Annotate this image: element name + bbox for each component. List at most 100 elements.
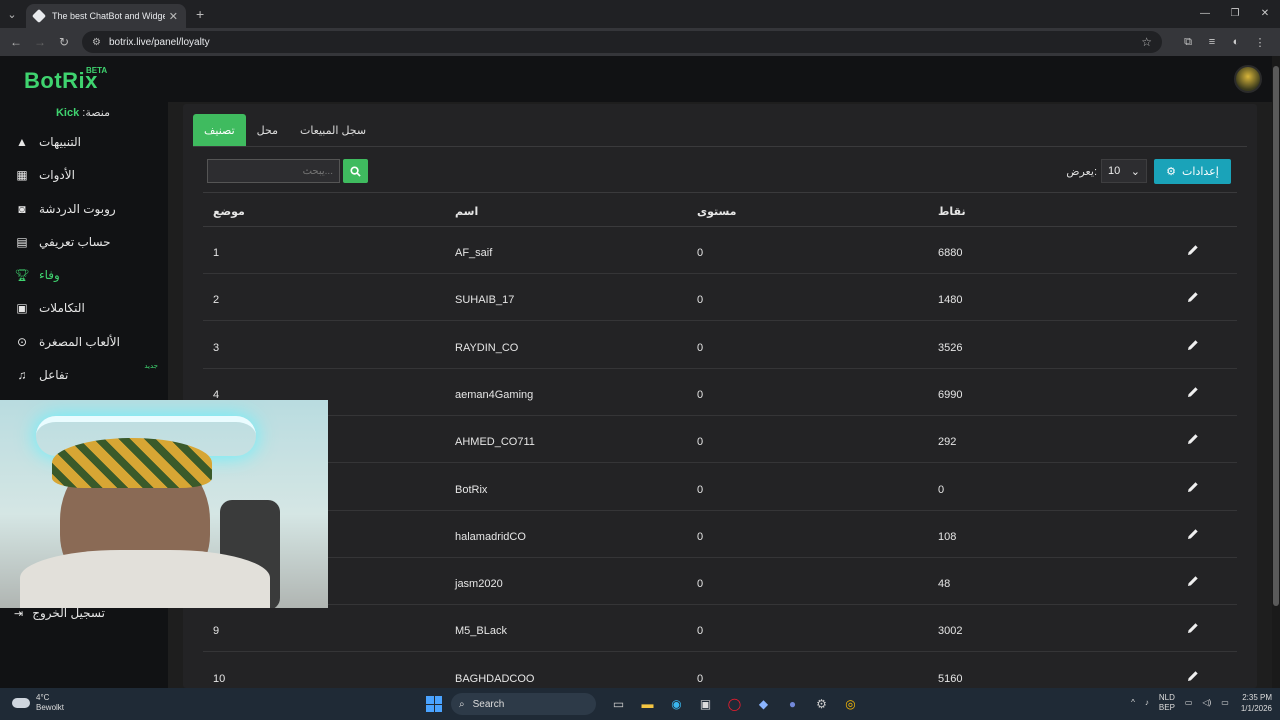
language-indicator[interactable]: NLD BEP — [1159, 693, 1175, 713]
page-scrollbar[interactable] — [1272, 56, 1280, 688]
beta-badge: BETA — [86, 66, 108, 75]
header-points[interactable]: نقاط — [938, 205, 966, 218]
windows-start-icon[interactable] — [426, 696, 442, 712]
back-icon[interactable]: ← — [4, 35, 28, 49]
profile-icon[interactable]: ◐ — [1224, 36, 1248, 49]
microphone-icon[interactable]: ♪ — [1145, 698, 1149, 708]
opera-icon[interactable]: ◯ — [720, 694, 749, 714]
minimize-icon[interactable]: — — [1190, 0, 1220, 28]
cell-name: SUHAIB_17 — [455, 294, 515, 307]
weather-widget[interactable]: 4°C Bewolkt — [12, 693, 64, 713]
extensions-icon[interactable]: ⧉ — [1176, 36, 1200, 49]
battery-icon[interactable]: ▭ — [1221, 698, 1229, 708]
page-size-select[interactable]: 10 ⌄ — [1101, 159, 1147, 183]
app-icon[interactable]: ◆ — [749, 694, 778, 714]
sidebar-item-label: التكاملات — [39, 301, 85, 315]
cell-points: 48 — [938, 578, 951, 591]
clock-date: 1/1/2026 — [1240, 704, 1272, 713]
user-avatar[interactable] — [1234, 65, 1262, 93]
show-label: يعرض: — [1066, 165, 1097, 178]
close-tab-icon[interactable]: ✕ — [169, 10, 178, 23]
settings-app-icon[interactable]: ⚙ — [807, 694, 836, 714]
sidebar-item-interaction[interactable]: ♫ تفاعل جديد — [0, 360, 168, 390]
site-info-icon[interactable]: ⚙ — [92, 37, 101, 48]
widgets-icon: ▦ — [16, 168, 28, 182]
volume-icon[interactable]: ◁) — [1202, 698, 1211, 708]
tab-shop[interactable]: محل — [246, 114, 289, 146]
edit-pencil-icon[interactable] — [1187, 481, 1199, 493]
cell-level: 0 — [697, 247, 704, 259]
cell-level: 0 — [697, 578, 704, 591]
cell-level: 0 — [697, 530, 704, 543]
edit-pencil-icon[interactable] — [1187, 528, 1199, 540]
edit-pencil-icon[interactable] — [1187, 339, 1199, 351]
scrollbar-thumb[interactable] — [1273, 66, 1279, 606]
store-icon[interactable]: ▣ — [691, 694, 720, 714]
new-tab-icon[interactable]: + — [196, 6, 204, 22]
tab-search-icon[interactable]: ⌄ — [0, 0, 24, 28]
cell-level: 0 — [697, 625, 704, 638]
tabs-divider — [193, 146, 1247, 147]
chevron-up-icon[interactable]: ^ — [1131, 698, 1135, 708]
taskbar-search[interactable]: ⌕ Search — [451, 693, 596, 715]
search-button[interactable] — [343, 159, 368, 183]
clock[interactable]: 2:35 PM 1/1/2026 — [1241, 692, 1272, 714]
task-view-icon[interactable]: ▭ — [604, 694, 633, 714]
cell-level: 0 — [697, 483, 704, 496]
url-field[interactable]: ⚙ botrix.live/panel/loyalty ☆ — [82, 31, 1162, 53]
logout-link[interactable]: ⇥ تسجيل الخروج — [14, 606, 105, 620]
edit-pencil-icon[interactable] — [1187, 670, 1199, 682]
sidebar-item-widgets[interactable]: ▦ الأدوات — [0, 160, 168, 190]
chrome-icon[interactable]: ◎ — [836, 694, 865, 714]
table-row: 9 M5_BLack 0 3002 — [203, 605, 1237, 653]
edit-pencil-icon[interactable] — [1187, 386, 1199, 398]
menu-icon[interactable]: ⋮ — [1248, 36, 1272, 49]
edit-pencil-icon[interactable] — [1187, 575, 1199, 587]
taskbar-apps: ▭ ▬ ◉ ▣ ◯ ◆ ● ⚙ ◎ — [604, 694, 865, 714]
tab-sales-log[interactable]: سجل المبيعات — [289, 114, 377, 146]
lang-bottom: BEP — [1158, 703, 1175, 712]
browser-tabbar: ⌄ The best ChatBot and Widgets ✕ + — ❐ ✕ — [0, 0, 1280, 28]
sidebar-item-minigames[interactable]: ⊙ الألعاب المصغرة — [0, 327, 168, 357]
cell-level: 0 — [697, 341, 704, 354]
tab-ranking[interactable]: تصنيف — [193, 114, 246, 146]
sidebar-item-alerts[interactable]: ▲ التنبيهات — [0, 127, 168, 157]
weather-desc: Bewolkt — [36, 703, 65, 712]
sidebar-item-chatbot[interactable]: ◙ روبوت الدردشة — [0, 194, 168, 224]
table-row: 2 SUHAIB_17 0 1480 — [203, 274, 1237, 322]
edit-pencil-icon[interactable] — [1187, 433, 1199, 445]
bookmark-star-icon[interactable]: ☆ — [1141, 35, 1152, 49]
cell-level: 0 — [697, 294, 704, 307]
robot-icon: ◙ — [18, 202, 26, 216]
chevron-down-icon: ⌄ — [1130, 165, 1140, 178]
forward-icon[interactable]: → — [28, 35, 52, 49]
site-favicon-icon — [31, 8, 47, 24]
header-level[interactable]: مستوى — [697, 205, 736, 218]
close-window-icon[interactable]: ✕ — [1250, 0, 1280, 28]
reload-icon[interactable]: ↻ — [52, 35, 76, 49]
edit-pencil-icon[interactable] — [1187, 622, 1199, 634]
edit-pencil-icon[interactable] — [1187, 244, 1199, 256]
cell-position: 2 — [213, 294, 220, 307]
search-input[interactable] — [207, 159, 340, 183]
cell-name: AF_saif — [455, 247, 493, 259]
sidebar-item-loyalty[interactable]: 🏆︎ وفاء — [0, 260, 168, 290]
edit-pencil-icon[interactable] — [1187, 291, 1199, 303]
header-name[interactable]: اسم — [455, 205, 478, 218]
discord-icon[interactable]: ● — [778, 694, 807, 714]
browser-tab[interactable]: The best ChatBot and Widgets ✕ — [26, 4, 186, 28]
sidebar-item-label: حساب تعريفي — [39, 235, 111, 249]
logout-icon: ⇥ — [14, 607, 24, 620]
sidebar-item-label: التنبيهات — [39, 135, 81, 149]
page-size-value: 10 — [1108, 165, 1121, 177]
reading-list-icon[interactable]: ≡ — [1200, 36, 1224, 49]
file-explorer-icon[interactable]: ▬ — [633, 694, 662, 714]
restore-icon[interactable]: ❐ — [1220, 0, 1250, 28]
edge-icon[interactable]: ◉ — [662, 694, 691, 714]
sidebar-item-integrations[interactable]: ▣ التكاملات — [0, 293, 168, 323]
header-position[interactable]: موضع — [213, 205, 245, 218]
network-icon[interactable]: ▭ — [1185, 698, 1193, 708]
cell-points: 0 — [938, 483, 945, 496]
sidebar-item-profile[interactable]: ▤ حساب تعريفي — [0, 227, 168, 257]
settings-button[interactable]: ⚙ إعدادات — [1154, 159, 1231, 184]
